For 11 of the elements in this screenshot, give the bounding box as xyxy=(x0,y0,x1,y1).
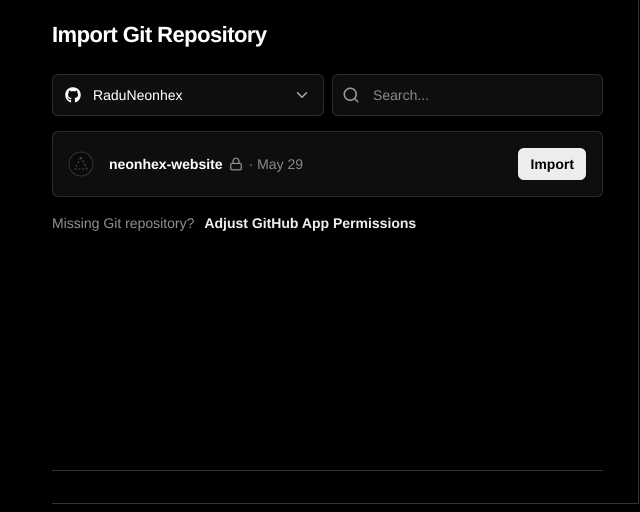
missing-repository-text: Missing Git repository? xyxy=(52,214,194,233)
repository-name: neonhex-website xyxy=(109,154,223,174)
account-select[interactable]: RaduNeonhex xyxy=(52,74,324,116)
search-icon xyxy=(342,86,360,104)
page-title: Import Git Repository xyxy=(52,21,267,49)
repository-avatar-icon xyxy=(68,151,94,177)
search-field[interactable]: Search... xyxy=(332,74,603,116)
github-icon xyxy=(65,87,81,103)
adjust-permissions-link[interactable]: Adjust GitHub App Permissions xyxy=(204,213,416,234)
repository-date: · May 29 xyxy=(248,154,304,174)
import-button[interactable]: Import xyxy=(518,148,586,180)
